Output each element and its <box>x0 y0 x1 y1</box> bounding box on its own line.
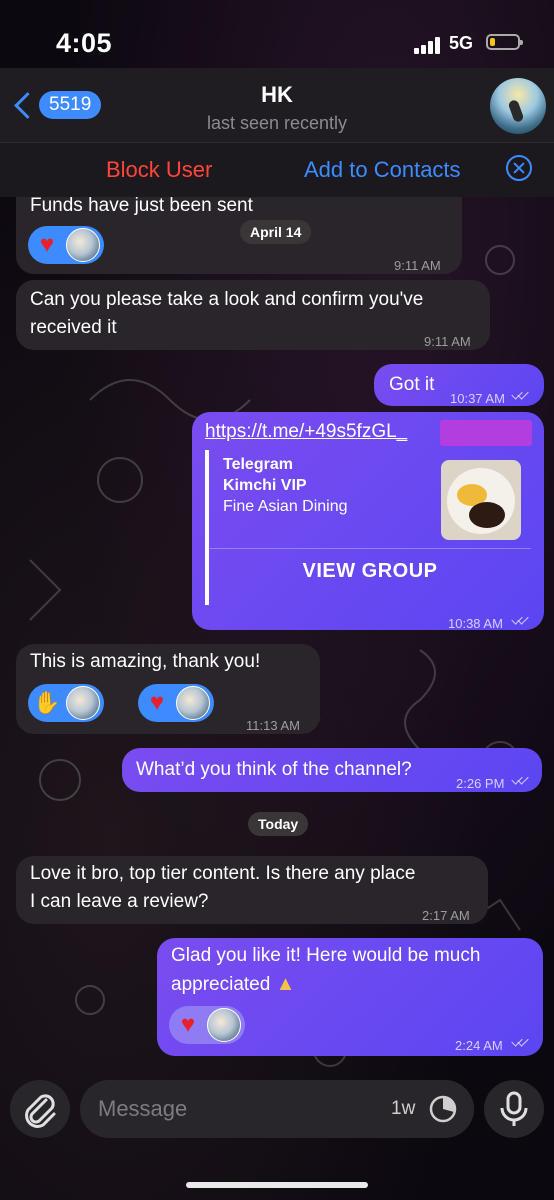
folded-hands-icon: ▲ <box>275 973 296 995</box>
read-ticks-icon <box>513 1035 529 1045</box>
message-incoming[interactable]: This is amazing, thank you! ✋ ♥ 11:13 AM <box>16 644 320 734</box>
message-text-line: I can leave a review? <box>30 891 209 912</box>
date-separator: Today <box>248 812 309 836</box>
message-text-line: Can you please take a look and confirm y… <box>30 289 424 310</box>
preview-description: Fine Asian Dining <box>223 498 348 515</box>
message-text-line-wrap: appreciated ▲ <box>171 970 295 999</box>
message-time: 2:17 AM <box>422 908 470 923</box>
heart-icon: ♥ <box>180 1011 196 1038</box>
handshake-icon: ✋ <box>33 690 61 715</box>
reaction-heart[interactable]: ♥ <box>138 684 214 722</box>
view-group-button[interactable]: VIEW GROUP <box>209 560 531 583</box>
message-text-line: appreciated <box>171 974 271 995</box>
message-time: 9:11 AM <box>424 334 471 349</box>
reactor-avatar <box>207 1008 241 1042</box>
reactor-avatar <box>176 686 210 720</box>
preview-thumbnail <box>441 460 521 540</box>
divider <box>209 548 531 549</box>
message-time: 11:13 AM <box>246 718 300 733</box>
timer-icon[interactable] <box>428 1094 458 1124</box>
message-text: What’d you think of the channel? <box>136 759 412 780</box>
message-time: 9:11 AM <box>394 258 441 273</box>
date-separator: April 14 <box>240 220 312 244</box>
block-user-label: Block User <box>106 157 213 182</box>
preview-title: Kimchi VIP <box>223 477 307 494</box>
message-time: 10:38 AM <box>448 616 503 631</box>
link-preview[interactable]: Telegram Kimchi VIP Fine Asian Dining VI… <box>205 450 531 605</box>
microphone-icon <box>500 1091 528 1126</box>
message-input[interactable]: Message 1w <box>80 1080 474 1138</box>
heart-icon: ♥ <box>149 689 165 716</box>
contact-name: HK <box>261 82 293 107</box>
message-text-line: Love it bro, top tier content. Is there … <box>30 863 416 884</box>
home-indicator[interactable] <box>186 1182 368 1188</box>
reactor-avatar <box>66 228 100 262</box>
add-to-contacts-label: Add to Contacts <box>304 157 461 182</box>
message-outgoing[interactable]: Glad you like it! Here would be much app… <box>157 938 543 1056</box>
redacted-block <box>440 420 532 446</box>
network-type: 5G <box>449 33 474 53</box>
message-link[interactable]: https://t.me/+49s5fzGL_ <box>205 418 407 446</box>
chat-title[interactable]: HK last seen recently <box>0 82 554 134</box>
message-text: This is amazing, thank you! <box>30 651 261 672</box>
microphone-button[interactable] <box>484 1080 544 1138</box>
battery-icon <box>486 34 523 50</box>
reactor-avatar <box>66 686 100 720</box>
read-ticks-icon <box>513 613 529 623</box>
last-seen-status: last seen recently <box>206 113 348 133</box>
heart-icon: ♥ <box>39 231 55 258</box>
read-ticks-icon <box>513 773 529 783</box>
status-time: 4:05 <box>56 28 113 58</box>
message-incoming[interactable]: Can you please take a look and confirm y… <box>16 280 490 350</box>
reaction-heart[interactable]: ♥ <box>169 1006 245 1044</box>
reaction-handshake[interactable]: ✋ <box>28 684 104 722</box>
action-bar-overlay: Block User Add to Contacts <box>0 142 554 197</box>
attach-button[interactable] <box>10 1080 70 1138</box>
contact-avatar[interactable] <box>490 78 546 134</box>
message-text-line: received it <box>30 317 117 338</box>
auto-delete-timer: 1w <box>391 1098 416 1119</box>
close-icon[interactable] <box>506 155 532 181</box>
message-outgoing[interactable]: What’d you think of the channel? 2:26 PM <box>122 748 542 792</box>
message-time: 2:26 PM <box>456 776 505 791</box>
message-time: 2:24 AM <box>455 1038 503 1053</box>
message-time: 10:37 AM <box>450 391 505 406</box>
read-ticks-icon <box>513 388 529 398</box>
message-incoming[interactable]: Love it bro, top tier content. Is there … <box>16 856 488 924</box>
message-outgoing[interactable]: Got it 10:37 AM <box>374 364 544 406</box>
message-text: Got it <box>389 374 435 395</box>
paperclip-icon <box>25 1094 56 1128</box>
reaction-heart[interactable]: ♥ <box>28 226 104 264</box>
message-text-line: Glad you like it! Here would be much <box>171 945 481 966</box>
preview-site: Telegram <box>223 456 293 473</box>
message-placeholder: Message <box>98 1096 188 1121</box>
